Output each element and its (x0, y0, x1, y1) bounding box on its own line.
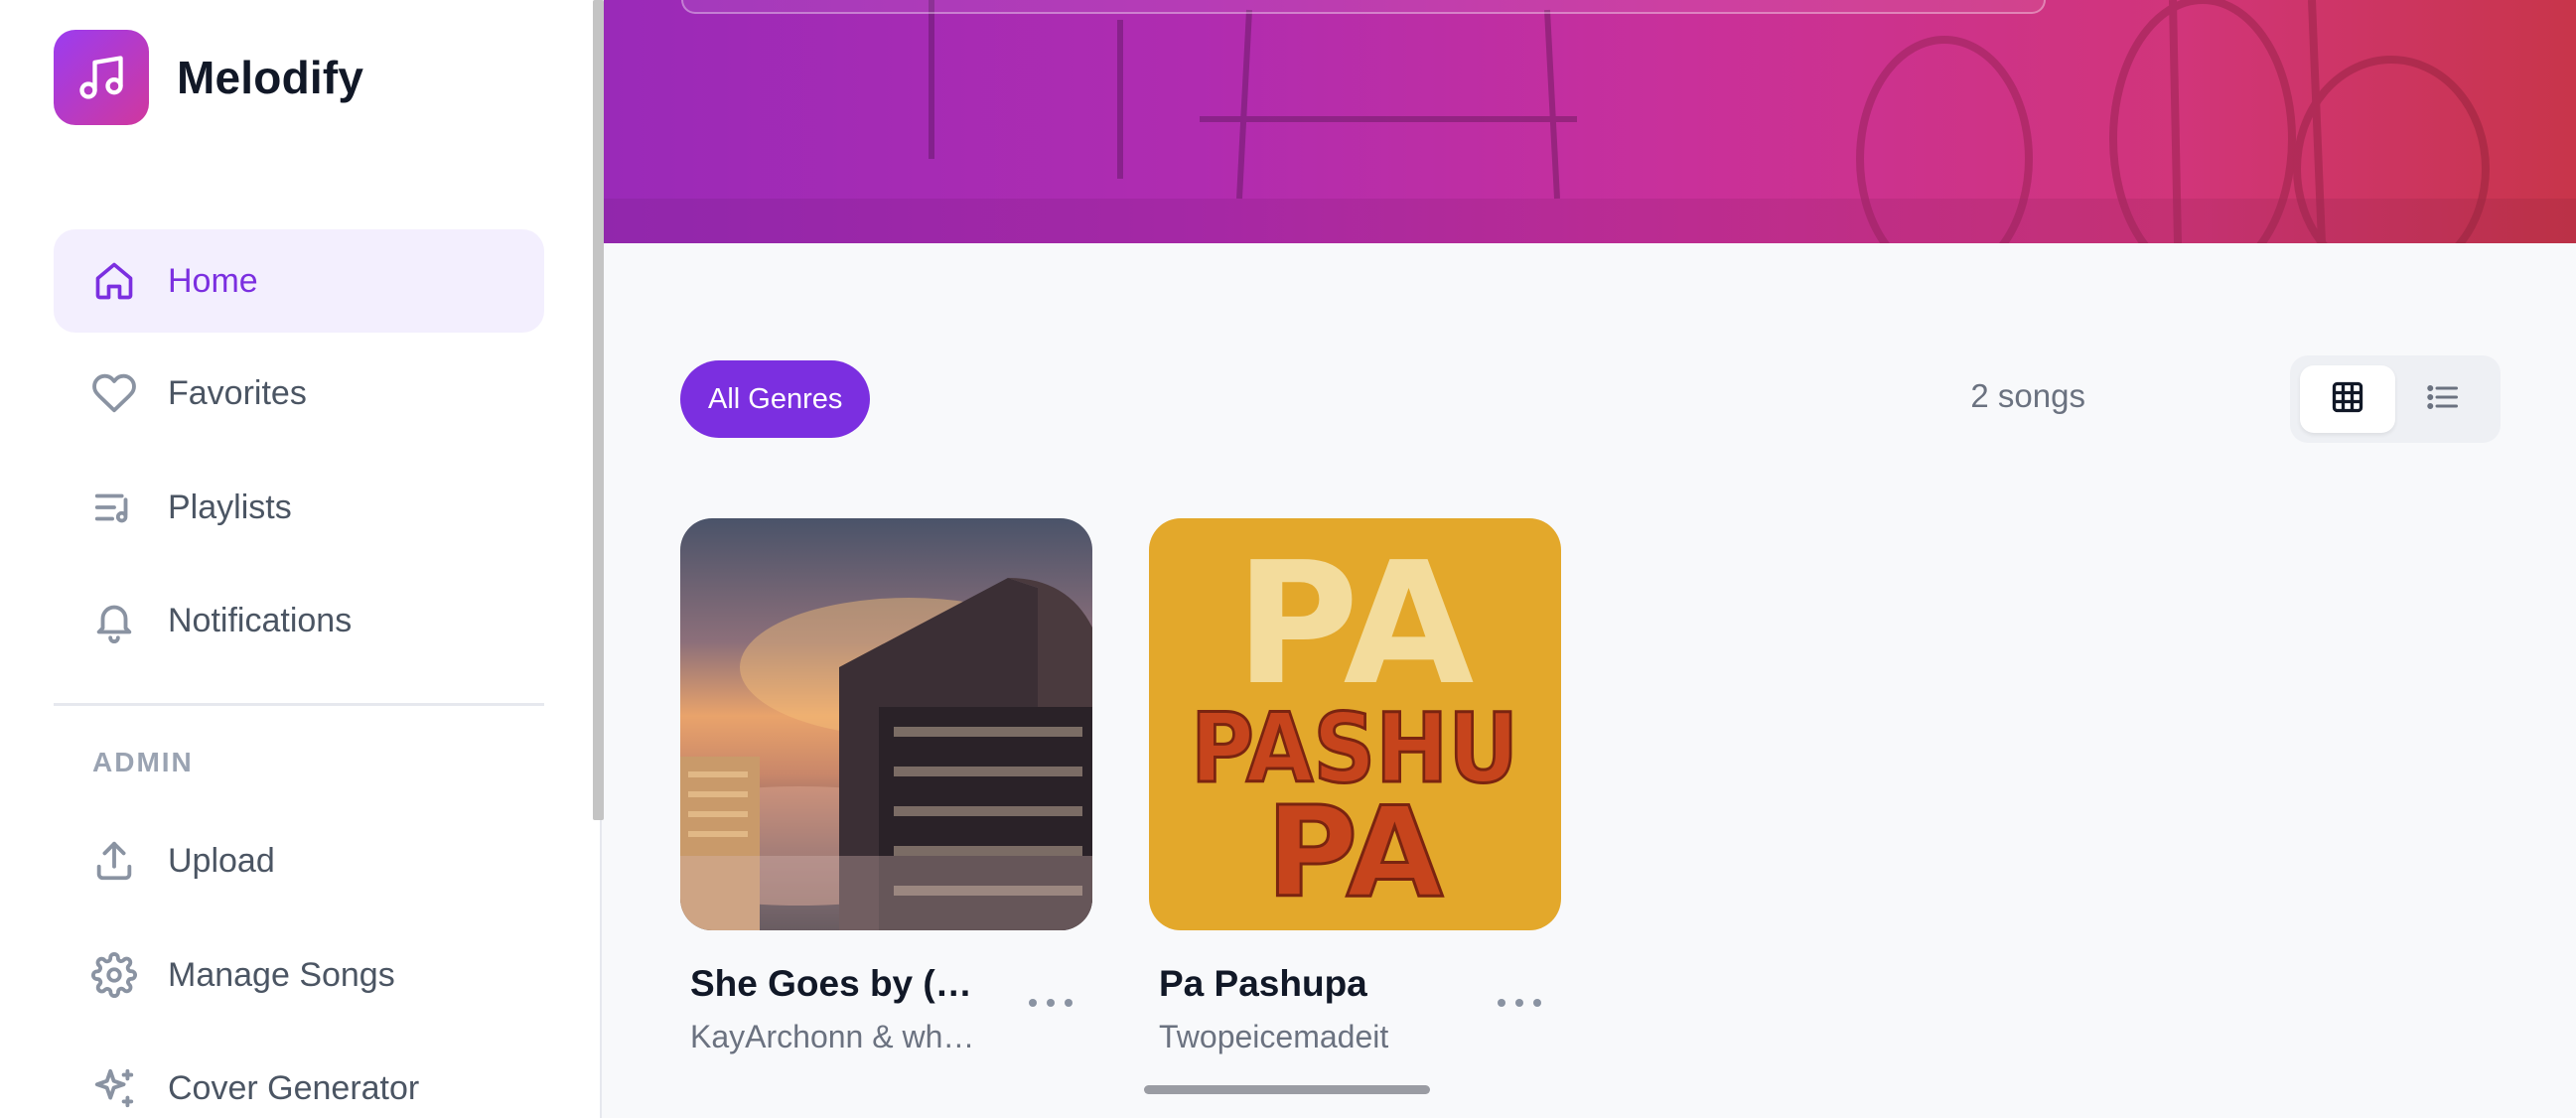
app-name: Melodify (177, 52, 364, 103)
grid-view-button[interactable] (2300, 365, 2395, 433)
dot (1029, 999, 1037, 1007)
sidebar-item-manage-songs[interactable]: Manage Songs (54, 923, 544, 1027)
pa-pashupa-cover[interactable]: PA PASHU PA (1149, 518, 1561, 930)
heart-icon (91, 370, 137, 416)
bell-icon (91, 598, 137, 643)
song-title[interactable]: Pa Pashupa (1159, 963, 1457, 1005)
more-options-button[interactable] (1498, 991, 1541, 1015)
sidebar-item-cover-generator[interactable]: Cover Generator (54, 1037, 544, 1118)
upload-icon (91, 838, 137, 884)
search-bar[interactable] (681, 0, 2046, 14)
admin-section-label: ADMIN (92, 747, 194, 777)
genre-filter-button[interactable]: All Genres (680, 360, 871, 438)
sidebar-item-label: Manage Songs (168, 955, 395, 994)
cover-text-line-3: PA (1266, 779, 1443, 925)
dot (1533, 999, 1541, 1007)
song-title[interactable]: She Goes by (K… (690, 963, 988, 1005)
sidebar-item-home[interactable]: Home (54, 229, 544, 333)
sidebar-item-label: Cover Generator (168, 1068, 420, 1107)
song-artist[interactable]: Twopeicemadeit (1159, 1019, 1457, 1055)
sidebar-item-label: Notifications (168, 601, 353, 639)
playlist-icon (91, 485, 137, 530)
sidebar: Melodify Home Favorites Playlists Notifi… (0, 0, 604, 1118)
song-count: 2 songs (1970, 377, 2085, 414)
song-card[interactable]: PA PASHU PA Pa Pashupa Twopeicemadeit (1149, 518, 1561, 1054)
view-toggle (2290, 355, 2501, 443)
grid-icon (2330, 379, 2365, 420)
sidebar-item-label: Upload (168, 841, 275, 880)
more-options-button[interactable] (1029, 991, 1073, 1015)
gear-icon (91, 952, 137, 998)
sidebar-item-upload[interactable]: Upload (54, 809, 544, 912)
music-note-icon (54, 30, 149, 125)
list-view-button[interactable] (2395, 365, 2491, 433)
song-artist[interactable]: KayArchonn & whe… (690, 1019, 988, 1055)
sidebar-item-label: Favorites (168, 373, 307, 412)
sidebar-item-label: Playlists (168, 488, 292, 526)
hero-banner (604, 0, 2576, 243)
dot (1498, 999, 1505, 1007)
dot (1065, 999, 1073, 1007)
city-sunset-cover[interactable] (680, 518, 1092, 930)
sidebar-item-favorites[interactable]: Favorites (54, 342, 544, 445)
brand[interactable]: Melodify (54, 30, 363, 125)
sidebar-item-label: Home (168, 261, 258, 300)
song-card[interactable]: She Goes by (K… KayArchonn & whe… (680, 518, 1092, 1054)
sidebar-item-notifications[interactable]: Notifications (54, 569, 544, 672)
home-icon (91, 258, 137, 304)
sidebar-scrollbar[interactable] (593, 0, 604, 820)
sidebar-divider (54, 703, 544, 706)
horizontal-scrollbar[interactable] (1144, 1085, 1430, 1094)
dot (1515, 999, 1523, 1007)
sidebar-item-playlists[interactable]: Playlists (54, 456, 544, 559)
sparkle-icon (91, 1065, 137, 1111)
dot (1047, 999, 1055, 1007)
hero-background-art (604, 0, 2576, 243)
list-icon (2425, 379, 2461, 420)
